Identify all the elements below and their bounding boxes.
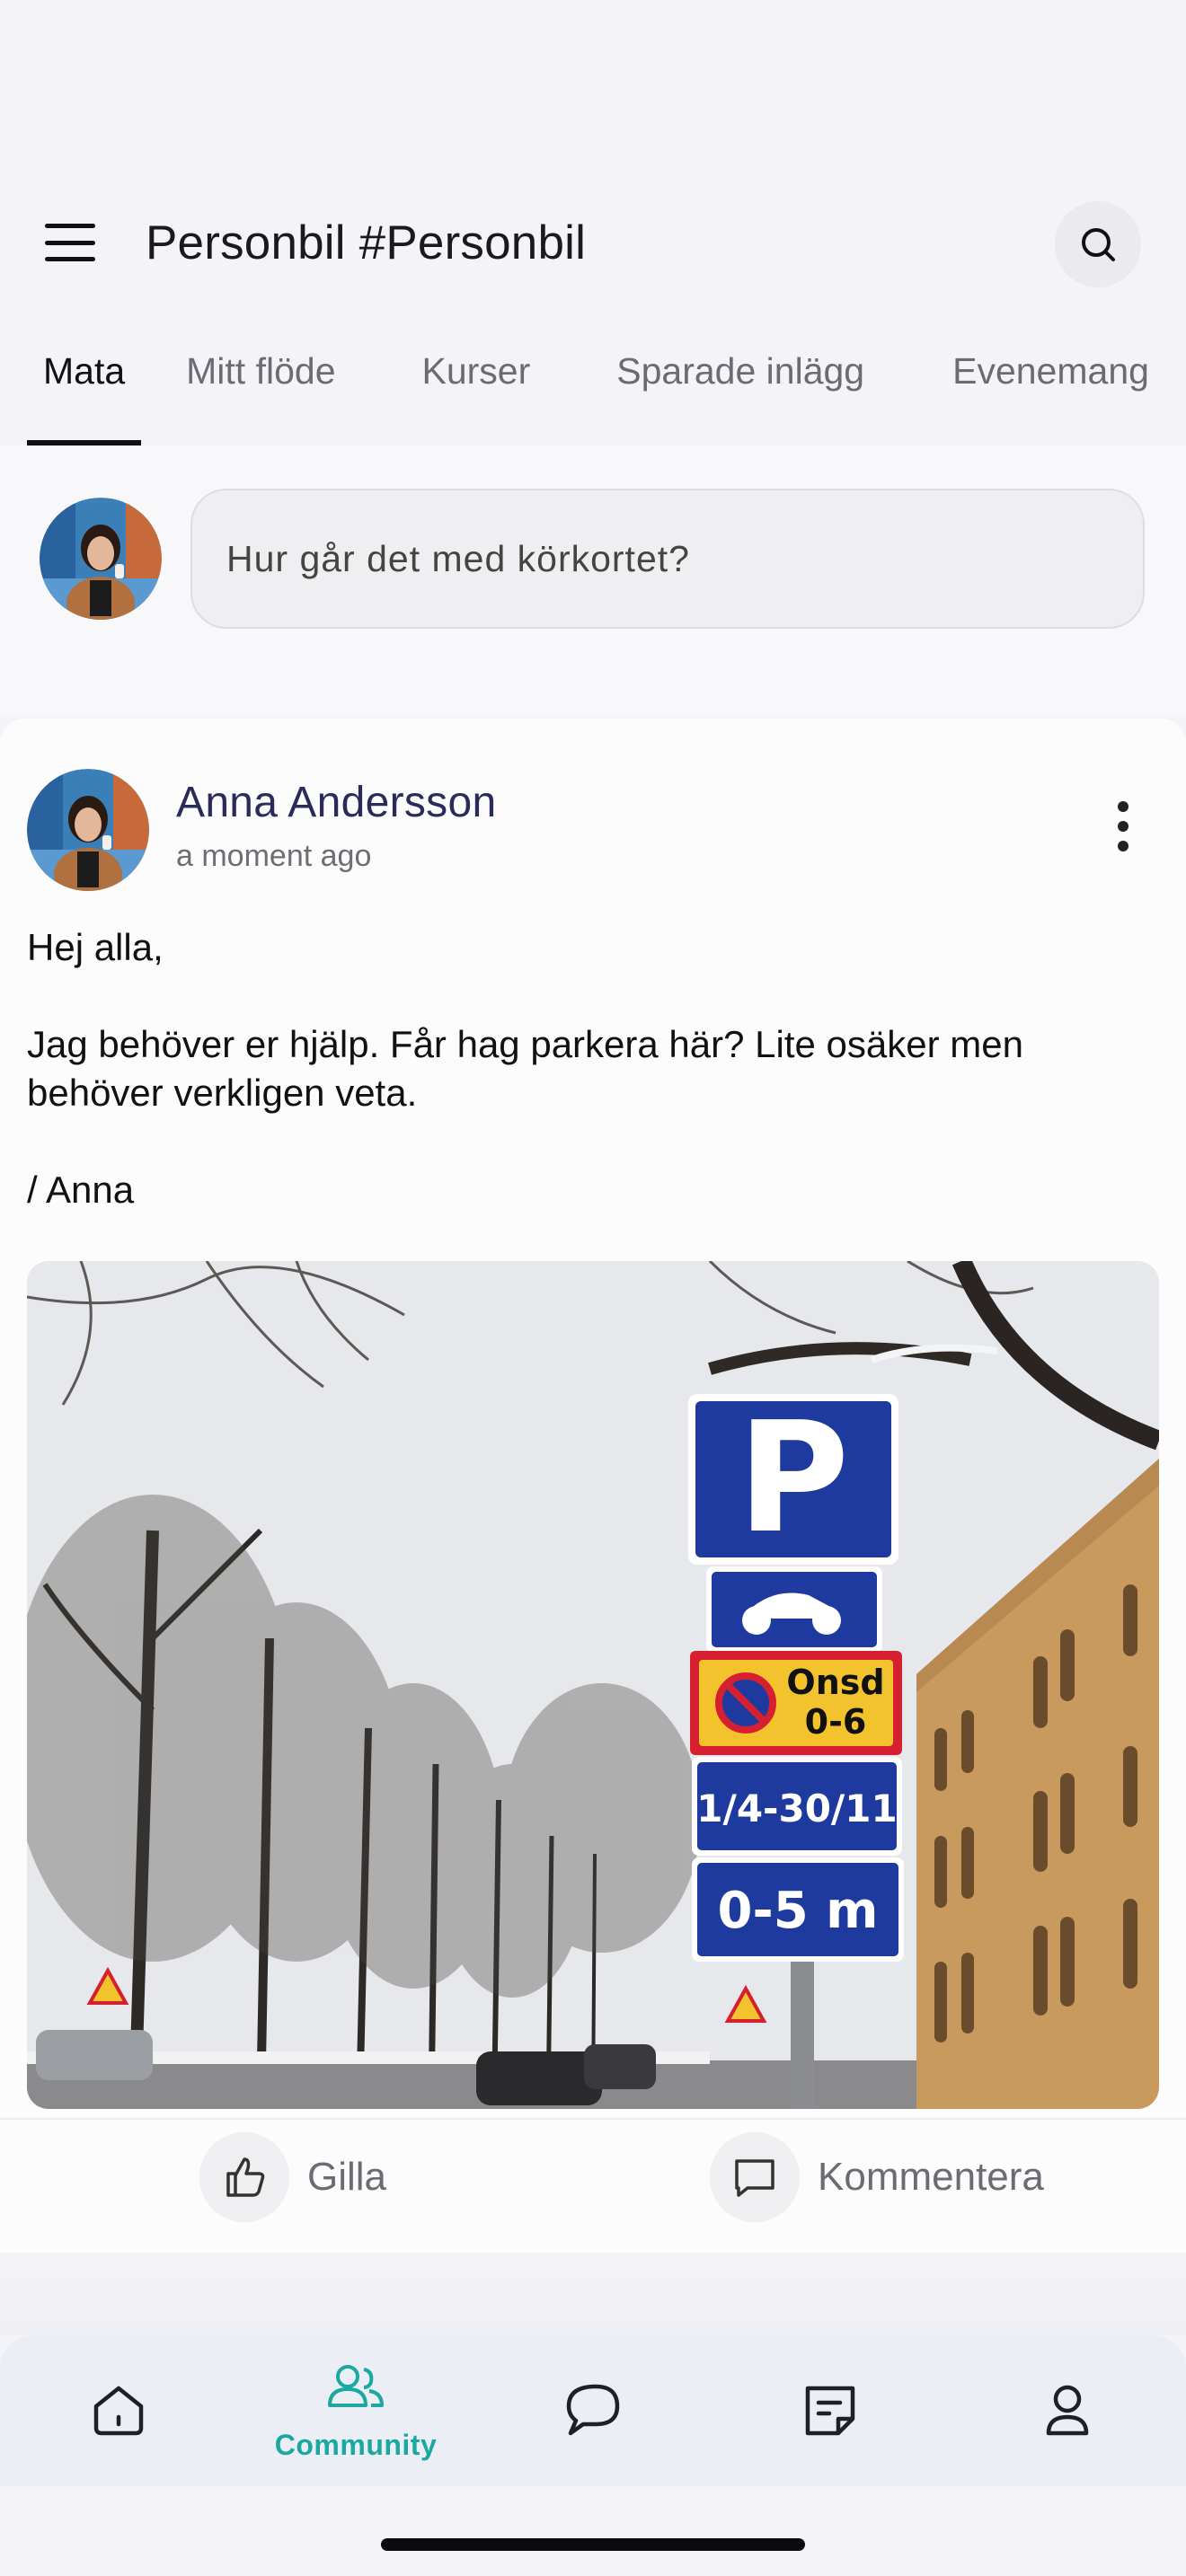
more-options-icon[interactable] [1114, 801, 1132, 851]
post-card: Anna Andersson a moment ago Hej alla, Ja… [0, 719, 1186, 2253]
thumbs-up-icon [226, 2157, 265, 2197]
tab-mata[interactable]: Mata [27, 323, 142, 446]
community-icon [328, 2364, 384, 2407]
post-message: Jag behöver er hjälp. Får hag parkera hä… [27, 1023, 1023, 1114]
like-button[interactable]: Gilla [199, 2132, 386, 2222]
tab-kurser[interactable]: Kurser [422, 323, 531, 446]
profile-icon [1046, 2385, 1089, 2436]
avatar[interactable] [40, 498, 162, 620]
comment-button[interactable]: Kommentera [710, 2132, 1044, 2222]
nav-community[interactable]: Community [237, 2335, 474, 2486]
search-icon [1082, 228, 1115, 261]
post-greeting: Hej alla, [27, 926, 164, 968]
tab-mitt-flode[interactable]: Mitt flöde [186, 323, 335, 446]
chat-icon [566, 2384, 620, 2436]
nav-home[interactable] [0, 2335, 237, 2486]
composer-placeholder: Hur går det med körkortet? [226, 537, 690, 579]
like-label: Gilla [307, 2155, 387, 2199]
notes-icon [805, 2386, 855, 2436]
nav-community-label: Community [274, 2428, 438, 2461]
home-indicator[interactable] [381, 2538, 805, 2551]
post-timestamp: a moment ago [176, 839, 372, 873]
bottom-navigation: Community [0, 2335, 1186, 2486]
tab-sparade-inlagg[interactable]: Sparade inlägg [616, 323, 864, 446]
author-avatar[interactable] [27, 769, 149, 891]
tab-evenemang[interactable]: Evenemang [952, 323, 1149, 446]
author-name[interactable]: Anna Andersson [176, 778, 496, 827]
top-app-bar: Personbil #Personbil [0, 180, 1186, 305]
post-text: Hej alla, Jag behöver er hjälp. Får hag … [27, 923, 1159, 1214]
sign-distance: 0-5 m [717, 1882, 878, 1940]
post-signature: / Anna [27, 1169, 135, 1211]
sign-period: 1/4-30/11 [696, 1786, 897, 1831]
nav-notes[interactable] [712, 2335, 949, 2486]
sign-day: Onsd [786, 1663, 884, 1702]
sign-hours: 0-6 [805, 1702, 867, 1742]
parking-sign-letter: P [738, 1389, 850, 1567]
home-icon [93, 2386, 144, 2436]
search-button[interactable] [1055, 201, 1141, 287]
comment-label: Kommentera [818, 2155, 1044, 2199]
app-screen: Personbil #Personbil Mata Mitt flöde Kur… [0, 0, 1186, 2576]
composer-input[interactable]: Hur går det med körkortet? [190, 489, 1145, 629]
hamburger-menu-icon[interactable] [45, 224, 95, 261]
nav-profile[interactable] [949, 2335, 1186, 2486]
page-title: Personbil #Personbil [146, 216, 587, 269]
feed-divider [0, 2253, 1186, 2335]
feed-tabs: Mata Mitt flöde Kurser Sparade inlägg Ev… [0, 323, 1186, 446]
safe-area [0, 2486, 1186, 2576]
post-composer: Hur går det med körkortet? [0, 446, 1186, 715]
nav-chat[interactable] [474, 2335, 712, 2486]
post-image[interactable]: P Onsd 0-6 1/4-30/11 0-5 m [27, 1261, 1159, 2109]
post-actions: Gilla Kommentera [0, 2118, 1186, 2253]
comment-icon [735, 2159, 774, 2197]
